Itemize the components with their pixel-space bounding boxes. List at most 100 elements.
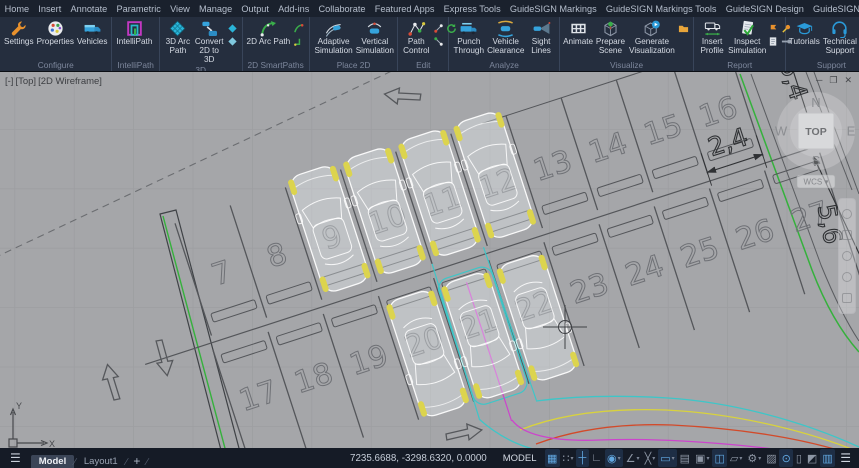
button-adaptive-simulation[interactable]: Adaptive Simulation [313,19,355,56]
tab-guidesign-design[interactable]: GuideSIGN Design [721,0,808,17]
ortho-icon[interactable]: ∟ [589,449,605,467]
tab-guidesign-plan[interactable]: GuideSIGN Plan [808,0,859,17]
button-intellipath[interactable]: IntelliPath [115,19,153,47]
button-vertical-simulation[interactable]: Vertical Simulation [355,19,394,56]
layout-menu-icon[interactable]: ☰ [4,451,27,465]
tab-guidesign-markings-tools[interactable]: GuideSIGN Markings Tools [601,0,721,17]
minimize-icon[interactable]: ─ [816,75,822,86]
snap-mode-icon[interactable]: ∷▾ [560,449,576,467]
chevron-down-icon[interactable]: ▾ [706,455,709,462]
chevron-down-icon[interactable]: ▾ [672,455,675,462]
viewcube-north[interactable]: N [811,95,820,110]
grid-icon[interactable]: ▦ [545,449,560,467]
tab-parametric[interactable]: Parametric [112,0,166,17]
annotation-visibility-icon[interactable]: ▨ [764,449,779,467]
button-label: Generate Visualization [629,38,675,56]
path-small2-icon[interactable] [293,34,304,45]
stall-number: 7 [207,254,236,293]
button-properties[interactable]: Properties [36,19,75,47]
viewport-menu-button[interactable]: [-] [5,76,13,87]
lineweight-icon[interactable]: ▤ [677,449,692,467]
model-space-button[interactable]: MODEL [496,453,544,464]
workspace-icon[interactable]: ⊙ [779,449,793,467]
orbit-icon[interactable] [842,272,852,282]
chevron-down-icon[interactable]: ▾ [652,455,655,462]
viewcube-south[interactable]: S [812,153,821,168]
tab-view[interactable]: View [165,0,194,17]
button-tutorials[interactable]: Tutorials [789,19,819,47]
folder-small-icon[interactable] [678,21,689,32]
doc-small-icon[interactable] [768,34,779,45]
isolate-objects-icon[interactable]: ◩ [804,449,819,467]
button-technical-support[interactable]: Technical Support [820,19,859,56]
button-punch-through[interactable]: Punch Through [452,19,485,56]
viewport-style-button[interactable]: [2D Wireframe] [38,76,102,87]
tab-insert[interactable]: Insert [34,0,66,17]
viewcube-east[interactable]: E [847,124,856,139]
dots-small2-icon[interactable] [433,34,444,45]
chevron-down-icon[interactable]: ▾ [758,455,761,462]
tab-add-ins[interactable]: Add-ins [274,0,314,17]
viewport-view-button[interactable]: [Top] [15,76,36,87]
path-small-icon[interactable] [293,21,304,32]
button-path-control[interactable]: Path Control [401,19,431,56]
button-generate-visualization[interactable]: Generate Visualization [628,19,676,56]
button-2d-arc-path[interactable]: 2D Arc Path [246,19,292,47]
button-settings[interactable]: Settings [3,19,35,47]
tab-express-tools[interactable]: Express Tools [439,0,505,17]
close-icon[interactable]: ✕ [844,75,852,86]
diamond-small-icon[interactable] [227,21,238,32]
gizmo-icon[interactable]: ⚙▾ [745,449,764,467]
button-sight-lines[interactable]: Sight Lines [526,19,556,56]
button-animate[interactable]: Animate [563,19,593,47]
navwheel-icon[interactable] [842,209,852,219]
button-vehicle-clearance[interactable]: Vehicle Clearance [486,19,525,56]
tab-manage[interactable]: Manage [194,0,236,17]
button-insert-profile[interactable]: Insert Profile [697,19,727,56]
pan-icon[interactable] [842,230,852,240]
button-vehicles[interactable]: Vehicles [76,19,109,47]
showmotion-icon[interactable] [842,293,852,303]
button-prepare-scene[interactable]: Prepare Scene [594,19,627,56]
osnap-tracking-icon[interactable]: ╳▾ [642,449,658,467]
button-inspect-simulation[interactable]: Inspect Simulation [728,19,766,56]
object-snap-icon[interactable]: ▭▾ [658,449,677,467]
layout-tab-layout1[interactable]: Layout1 [76,455,126,468]
quick-properties-icon[interactable]: ▯ [793,449,804,467]
polar-tracking-icon[interactable]: ◉▾ [605,449,624,467]
button-3d-arc-path[interactable]: 3D Arc Path [163,19,193,56]
dynamic-ucs-icon[interactable]: ◫ [712,449,727,467]
tab-annotate[interactable]: Annotate [66,0,112,17]
chevron-down-icon[interactable]: ▾ [570,455,573,462]
selection-filter-icon[interactable]: ▱▾ [727,449,744,467]
diamond-small2-icon[interactable] [227,34,238,45]
chevron-down-icon[interactable]: ▾ [637,455,640,462]
viewcube-west[interactable]: W [775,124,788,139]
restore-icon[interactable]: ❐ [829,75,837,86]
button-convert-2d-to-3d[interactable]: Convert 2D to 3D [194,19,225,65]
dots-small-icon[interactable] [433,21,444,32]
new-layout-button[interactable]: + [127,454,146,468]
chevron-down-icon[interactable]: ▾ [739,455,742,462]
button-label: Insert Profile [698,38,726,56]
chevron-down-icon[interactable]: ▾ [618,455,621,462]
clean-screen-icon[interactable]: ☰ [836,451,855,465]
infer-constraints-icon[interactable]: ┼ [576,449,589,467]
layout-tab-model[interactable]: Model [31,455,74,468]
drawing-viewport[interactable]: 78910111213141516 1718192021222324252627 [0,72,859,448]
group-label-place-2d: Place 2D [311,60,396,71]
tab-home[interactable]: Home [0,0,34,17]
flag-small-icon[interactable] [768,21,779,32]
isometric-drafting-icon[interactable]: ∠▾ [623,449,642,467]
ribbon-group-3d: 3D Arc PathConvert 2D to 3D3D [160,17,243,71]
selection-cycling-icon[interactable]: ▣▾ [693,449,712,467]
viewcube[interactable]: N W E S TOP WCS ▾ [770,86,859,192]
tab-guidesign-markings[interactable]: GuideSIGN Markings [505,0,601,17]
tab-featured-apps[interactable]: Featured Apps [370,0,439,17]
tab-collaborate[interactable]: Collaborate [314,0,370,17]
button-label: Technical Support [821,38,858,56]
drawing-canvas[interactable]: 78910111213141516 1718192021222324252627 [0,72,859,448]
tab-output[interactable]: Output [237,0,274,17]
zoom-icon[interactable] [842,251,852,261]
graphics-performance-icon[interactable]: ▥ [820,449,835,467]
